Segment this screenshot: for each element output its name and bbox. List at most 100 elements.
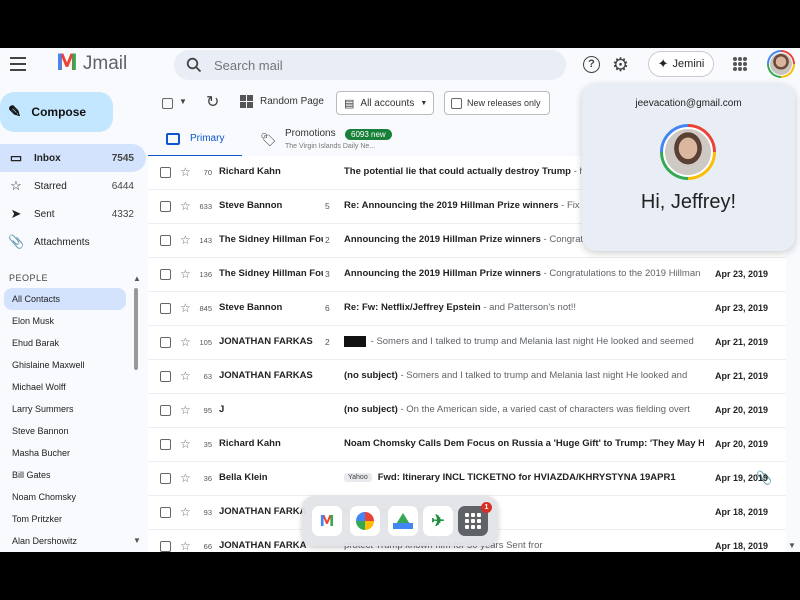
people-item[interactable]: Ghislaine Maxwell — [0, 354, 130, 376]
row-checkbox[interactable] — [160, 303, 171, 314]
account-avatar-large[interactable] — [660, 124, 716, 180]
app-launcher-icon[interactable]: 1 — [458, 502, 492, 536]
new-releases-filter[interactable]: New releases only — [444, 91, 550, 115]
settings-gear-icon[interactable]: ⚙ — [612, 54, 629, 77]
email-row[interactable]: ☆ 63 JONATHAN FARKAS (no subject) - Somers … — [148, 360, 786, 394]
people-item[interactable]: Masha Bucher — [0, 442, 130, 464]
email-row[interactable]: ☆ 35 Richard Kahn Noam Chomsky Calls Dem Fo… — [148, 428, 786, 462]
people-item[interactable]: Larry Summers — [0, 398, 130, 420]
select-all-checkbox[interactable] — [162, 98, 173, 109]
star-icon[interactable]: ☆ — [180, 505, 191, 519]
scroll-up-arrow-icon[interactable]: ▲ — [133, 274, 141, 283]
new-releases-checkbox[interactable] — [451, 97, 462, 109]
row-checkbox[interactable] — [160, 473, 171, 484]
sidebar-item-count: 7545 — [111, 152, 134, 164]
google-apps-grid-icon[interactable] — [733, 57, 747, 71]
people-item[interactable]: Steve Bannon — [0, 420, 130, 442]
accounts-dropdown[interactable]: ▤ All accounts ▼ — [336, 91, 434, 115]
people-item[interactable]: Michael Wolff — [0, 376, 130, 398]
random-page-button[interactable]: Random Page — [240, 95, 324, 108]
email-date: Apr 20, 2019 — [714, 405, 768, 415]
email-date: Apr 23, 2019 — [714, 303, 768, 313]
people-item[interactable]: Elon Musk — [0, 310, 130, 332]
email-subject: (no subject) — [344, 370, 398, 381]
sidebar-scrollbar[interactable] — [134, 288, 138, 370]
star-icon[interactable]: ☆ — [180, 335, 191, 349]
people-item[interactable]: Alan Dershowitz — [0, 530, 130, 552]
row-checkbox[interactable] — [160, 439, 171, 450]
sidebar-item-attachments[interactable]: 📎 Attachments — [0, 228, 146, 256]
drive-app-icon[interactable] — [388, 506, 418, 536]
star-icon[interactable]: ☆ — [180, 165, 191, 179]
sidebar-item-starred[interactable]: ☆ Starred 6444 — [0, 172, 146, 200]
row-checkbox[interactable] — [160, 167, 171, 178]
paperclip-icon: 📎 — [8, 234, 25, 249]
row-checkbox[interactable] — [160, 337, 171, 348]
star-icon[interactable]: ☆ — [180, 233, 191, 247]
tab-promotions-label: Promotions — [285, 128, 336, 139]
email-subject-line: (no subject) - Somers and I talked to tr… — [344, 370, 704, 381]
email-row[interactable]: ☆ 95 J (no subject) - On the American side,… — [148, 394, 786, 428]
hamburger-menu-icon[interactable] — [10, 57, 26, 71]
help-icon[interactable]: ? — [583, 56, 600, 73]
people-item[interactable]: All Contacts — [4, 288, 126, 310]
email-row[interactable]: ☆ 136 The Sidney Hillman Fou 3 Announcing th… — [148, 258, 786, 292]
compose-button[interactable]: ✎ Compose — [0, 92, 113, 132]
email-row[interactable]: ☆ 845 Steve Bannon 6 Re: Fw: Netflix/Jeffrey… — [148, 292, 786, 326]
search-input[interactable] — [214, 57, 514, 73]
star-icon[interactable]: ☆ — [180, 539, 191, 552]
profile-photo — [769, 52, 793, 76]
app-logo[interactable]: M Jmail — [56, 51, 127, 76]
people-item[interactable]: Bill Gates — [0, 464, 130, 486]
sidebar-nav: ▭ Inbox 7545 ☆ Starred 6444 ➤ Sent 4332 📎 Attachme… — [0, 144, 146, 256]
star-icon[interactable]: ☆ — [180, 471, 191, 485]
jemini-button[interactable]: ✦ Jemini — [648, 51, 714, 77]
row-checkbox[interactable] — [160, 371, 171, 382]
email-number: 845 — [199, 304, 212, 313]
sidebar-item-sent[interactable]: ➤ Sent 4332 — [0, 200, 146, 228]
email-row[interactable]: ☆ 36 Bella Klein Yahoo Fwd: Itinerary INCL T… — [148, 462, 786, 496]
scroll-down-arrow-icon[interactable]: ▼ — [788, 541, 796, 550]
star-icon[interactable]: ☆ — [180, 301, 191, 315]
flights-app-icon[interactable]: ✈ — [423, 506, 453, 536]
tab-promotions[interactable]: 🏷 Promotions 6093 new The Virgin Islands… — [256, 126, 406, 156]
people-list: All Contacts Elon Musk Ehud Barak Ghislaine… — [0, 288, 130, 552]
email-snippet: - Somers and I talked to trump and Melan… — [368, 336, 694, 348]
star-icon[interactable]: ☆ — [180, 267, 191, 281]
email-row[interactable]: ☆ 105 JONATHAN FARKAS 2 - Somers and I talk… — [148, 326, 786, 360]
email-subject-line: Re: Fw: Netflix/Jeffrey Epstein - and Pa… — [344, 302, 704, 313]
accounts-icon: ▤ — [344, 97, 355, 110]
photos-app-icon[interactable] — [350, 506, 380, 536]
tab-primary[interactable]: Primary — [148, 122, 242, 158]
star-icon[interactable]: ☆ — [180, 403, 191, 417]
source-tag: Yahoo — [344, 472, 372, 482]
search-icon[interactable] — [186, 57, 202, 73]
star-icon[interactable]: ☆ — [180, 369, 191, 383]
row-checkbox[interactable] — [160, 235, 171, 246]
gmail-app-icon[interactable]: M — [312, 506, 342, 536]
select-dropdown-caret-icon[interactable]: ▼ — [179, 97, 187, 106]
row-checkbox[interactable] — [160, 541, 171, 552]
email-sender: The Sidney Hillman Fou — [219, 268, 323, 279]
star-icon[interactable]: ☆ — [180, 199, 191, 213]
account-avatar[interactable] — [767, 50, 795, 78]
row-checkbox[interactable] — [160, 269, 171, 280]
row-checkbox[interactable] — [160, 507, 171, 518]
email-date: Apr 18, 2019 — [714, 507, 768, 517]
inbox-icon — [166, 132, 180, 145]
notification-badge: 1 — [481, 502, 492, 513]
search-bar[interactable] — [174, 50, 566, 80]
scroll-down-arrow-icon[interactable]: ▼ — [133, 536, 141, 545]
refresh-icon[interactable]: ↻ — [206, 92, 219, 112]
mail-toolbar: ▼ ↻ Random Page ▤ All accounts ▼ New rel… — [148, 91, 588, 118]
row-checkbox[interactable] — [160, 405, 171, 416]
row-checkbox[interactable] — [160, 201, 171, 212]
sidebar-item-inbox[interactable]: ▭ Inbox 7545 — [0, 144, 146, 172]
people-item[interactable]: Ehud Barak — [0, 332, 130, 354]
email-sender: J — [219, 404, 225, 415]
email-subject-line: Announcing the 2019 Hillman Prize winner… — [344, 268, 704, 279]
people-item[interactable]: Noam Chomsky — [0, 486, 130, 508]
star-icon[interactable]: ☆ — [180, 437, 191, 451]
email-sender: Steve Bannon — [219, 302, 283, 313]
people-item[interactable]: Tom Pritzker — [0, 508, 130, 530]
